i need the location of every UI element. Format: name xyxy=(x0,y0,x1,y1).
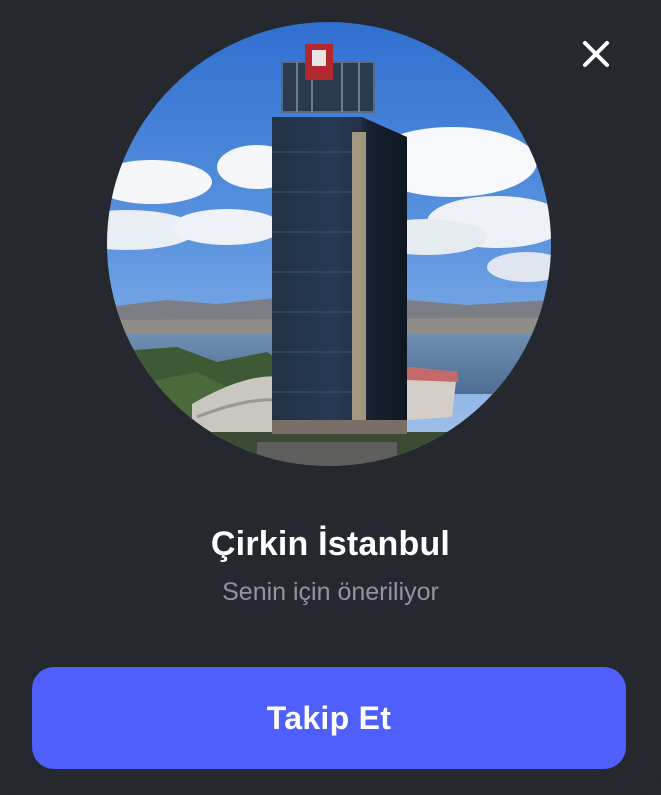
profile-name: Çirkin İstanbul xyxy=(210,525,451,563)
close-icon xyxy=(583,41,609,67)
profile-avatar xyxy=(107,22,551,466)
profile-subtitle: Senin için öneriliyor xyxy=(222,578,439,606)
suggestion-dialog: Çirkin İstanbul Senin için öneriliyor Ta… xyxy=(0,0,661,795)
follow-button-label: Takip Et xyxy=(266,699,392,736)
close-button[interactable] xyxy=(576,34,616,74)
follow-button[interactable]: Takip Et xyxy=(32,667,626,769)
avatar-photo xyxy=(107,22,551,466)
